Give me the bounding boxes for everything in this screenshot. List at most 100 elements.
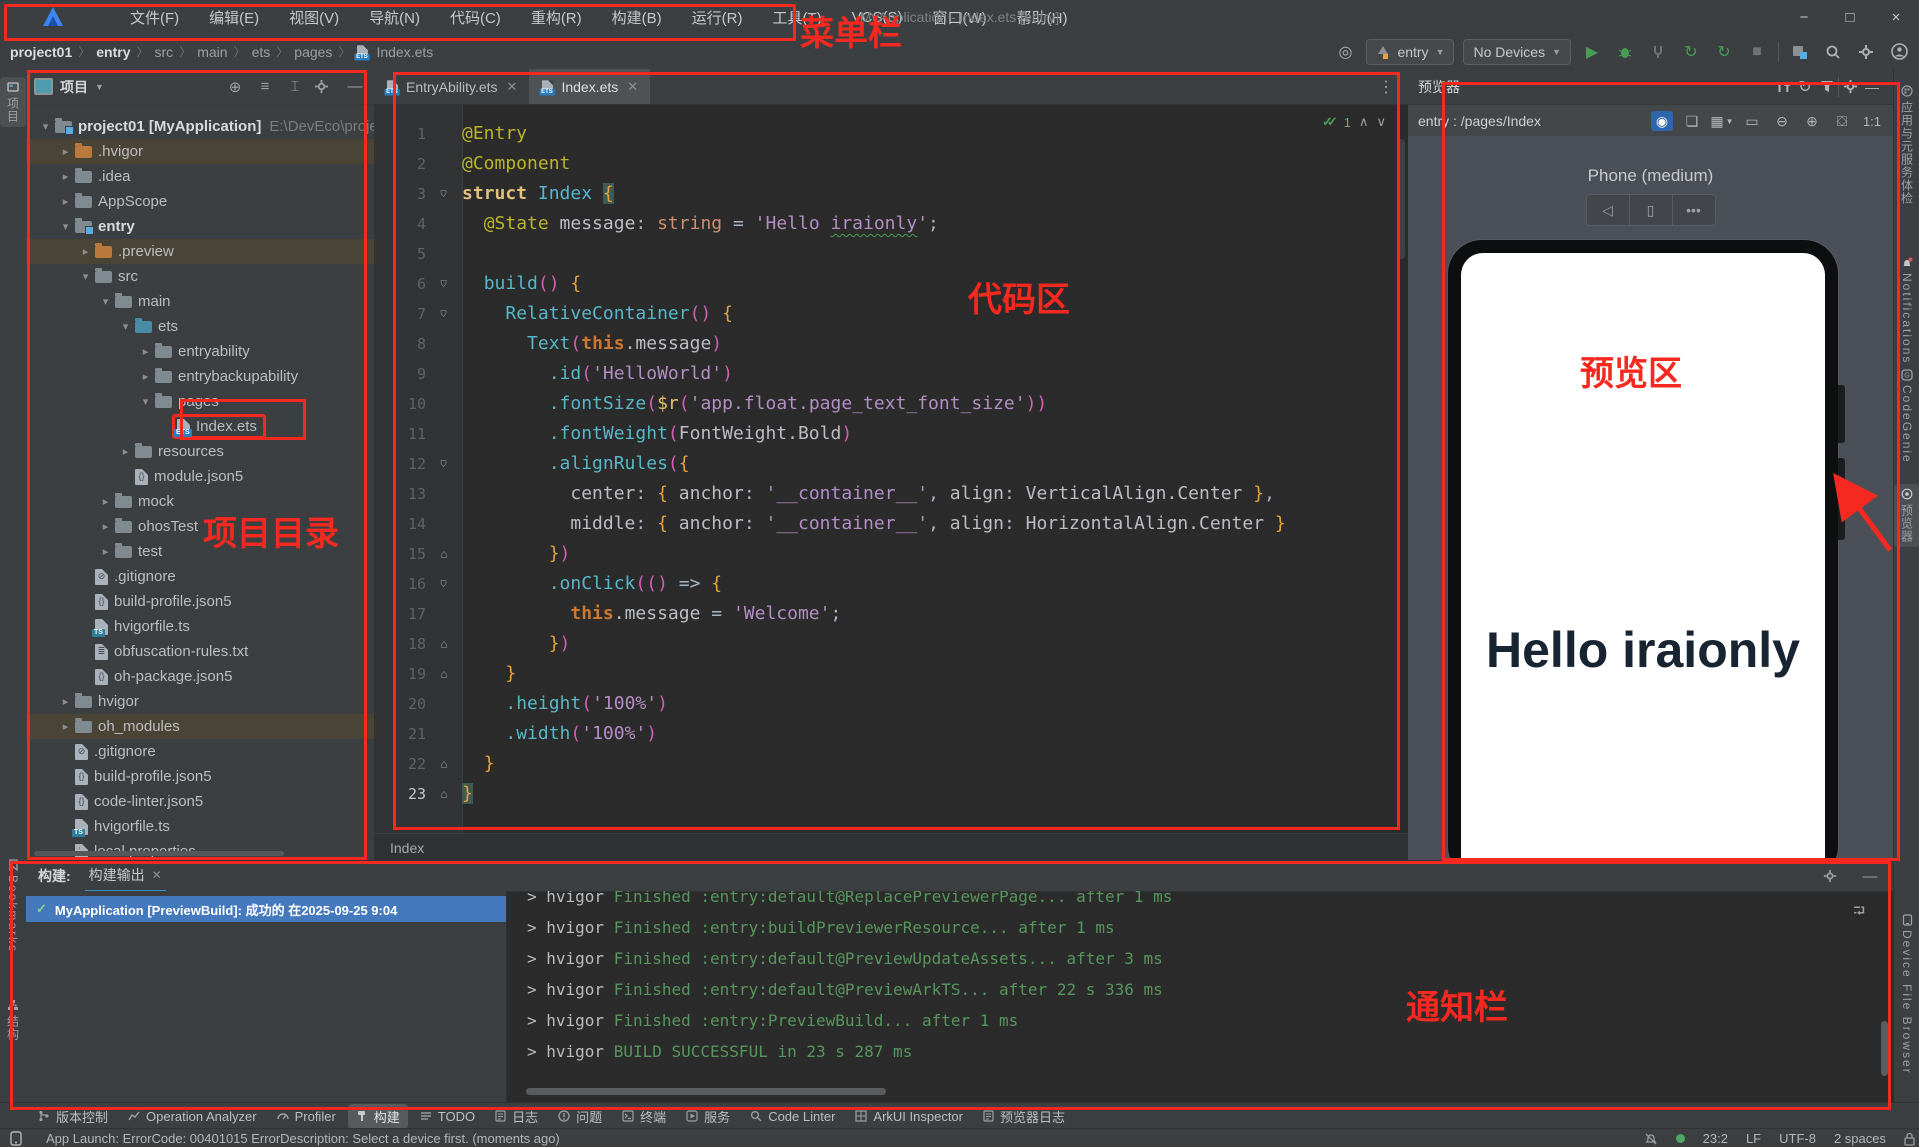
notifications-muted-icon[interactable] — [1644, 1132, 1658, 1146]
tree-row-module.json5[interactable]: {}module.json5 — [26, 464, 374, 489]
caret-position[interactable]: 23:2 — [1703, 1131, 1728, 1146]
tree-chevron-icon[interactable]: ▸ — [56, 145, 75, 158]
tree-chevron-icon[interactable]: ▾ — [76, 270, 95, 283]
previewer-gear-icon[interactable] — [1839, 77, 1861, 97]
tree-chevron-icon[interactable]: ▸ — [96, 520, 115, 533]
tree-row-resources[interactable]: ▸resources — [26, 439, 374, 464]
editor-vscrollbar[interactable] — [1397, 139, 1405, 259]
code-line-5[interactable]: 5 — [374, 239, 1408, 269]
toolwindow-ArkUI Inspector[interactable]: ArkUI Inspector — [847, 1106, 971, 1127]
code-line-16[interactable]: 16⌂ .onClick(() => { — [374, 569, 1408, 599]
menu-item-9[interactable]: VCS(S) — [840, 5, 915, 30]
code-line-22[interactable]: 22⌂ } — [374, 749, 1408, 779]
code-line-19[interactable]: 19⌂ } — [374, 659, 1408, 689]
fold-marker-icon[interactable]: ⌂ — [426, 629, 462, 659]
tab-close-icon[interactable]: ✕ — [507, 79, 518, 95]
frame-icon[interactable]: ▭ — [1741, 111, 1763, 131]
code-line-20[interactable]: 20 .height('100%') — [374, 689, 1408, 719]
locate-file-icon[interactable]: ⊕ — [224, 78, 246, 96]
stripe-tab-应用与元服务体检[interactable]: 应用与元服务体检 — [1894, 85, 1919, 205]
tree-row-mock[interactable]: ▸mock — [26, 489, 374, 514]
fold-marker-icon[interactable]: ⌂ — [426, 779, 462, 809]
editor-breadcrumb[interactable]: Index — [374, 833, 1424, 861]
code-line-9[interactable]: 9 .id('HelloWorld') — [374, 359, 1408, 389]
toolwindow-版本控制[interactable]: 版本控制 — [30, 1104, 116, 1129]
tree-row-build-profile.json5[interactable]: {}build-profile.json5 — [26, 764, 374, 789]
log-hscrollbar[interactable] — [526, 1088, 886, 1095]
toolwindow-Operation Analyzer[interactable]: Operation Analyzer — [120, 1106, 265, 1127]
tree-row-.preview[interactable]: ▸.preview — [26, 239, 374, 264]
log-vscrollbar[interactable] — [1881, 1021, 1888, 1076]
project-view-select[interactable]: 项目▼ — [34, 77, 104, 97]
tree-row-hvigorfile.ts[interactable]: TShvigorfile.ts — [26, 614, 374, 639]
panel-gear-icon[interactable] — [314, 79, 336, 94]
tree-row-.gitignore[interactable]: ⊘.gitignore — [26, 564, 374, 589]
menu-item-7[interactable]: 运行(R) — [680, 3, 755, 32]
code-line-1[interactable]: 1@Entry — [374, 119, 1408, 149]
menu-item-4[interactable]: 代码(C) — [438, 3, 513, 32]
settings-gear-icon[interactable] — [1854, 40, 1878, 64]
tree-row-AppScope[interactable]: ▸AppScope — [26, 189, 374, 214]
fit-screen-icon[interactable]: ⛋ — [1831, 111, 1853, 131]
build-hide-icon[interactable]: — — [1859, 868, 1881, 885]
tree-chevron-icon[interactable]: ▸ — [136, 370, 155, 383]
tree-chevron-icon[interactable]: ▾ — [56, 220, 75, 233]
locate-icon[interactable]: ◎ — [1333, 40, 1357, 64]
code-line-15[interactable]: 15⌂ }) — [374, 539, 1408, 569]
tree-row-ohosTest[interactable]: ▸ohosTest — [26, 514, 374, 539]
tree-row-ets[interactable]: ▾ets — [26, 314, 374, 339]
fold-marker-icon[interactable]: ⌂ — [426, 569, 462, 599]
menu-item-10[interactable]: 窗口(W) — [920, 3, 998, 32]
code-line-10[interactable]: 10 .fontSize($r('app.float.page_text_fon… — [374, 389, 1408, 419]
tree-chevron-icon[interactable]: ▾ — [36, 120, 55, 133]
soft-wrap-icon[interactable]: ⮒ — [1853, 901, 1865, 926]
layout-grid-icon[interactable]: ▦▼ — [1711, 111, 1733, 131]
maximize-icon[interactable]: □ — [1827, 0, 1873, 34]
code-line-3[interactable]: 3⌂struct Index { — [374, 179, 1408, 209]
editor-tab-EntryAbility.ets[interactable]: ETSEntryAbility.ets✕ — [374, 69, 529, 104]
stop-icon[interactable]: ■ — [1745, 40, 1769, 64]
minimize-icon[interactable]: − — [1781, 0, 1827, 34]
font-scale-icon[interactable]: Tт — [1772, 77, 1794, 97]
line-ending[interactable]: LF — [1746, 1131, 1761, 1146]
code-line-8[interactable]: 8 Text(this.message) — [374, 329, 1408, 359]
build-gear-icon[interactable] — [1823, 869, 1845, 883]
tree-row-entry[interactable]: ▾entry — [26, 214, 374, 239]
fold-marker-icon[interactable]: ⌂ — [426, 269, 462, 299]
tree-row-entryability[interactable]: ▸entryability — [26, 339, 374, 364]
tab-close-icon[interactable]: ✕ — [627, 79, 638, 95]
zoom-in-icon[interactable]: ⊕ — [1801, 111, 1823, 131]
stripe-tab-预览器[interactable]: 预览器 — [1894, 484, 1919, 547]
refresh-icon[interactable]: ↻ — [1794, 77, 1816, 97]
code-line-2[interactable]: 2@Component — [374, 149, 1408, 179]
code-line-6[interactable]: 6⌂ build() { — [374, 269, 1408, 299]
tree-chevron-icon[interactable]: ▾ — [96, 295, 115, 308]
toolwindow-服务[interactable]: 服务 — [678, 1104, 738, 1129]
fold-marker-icon[interactable]: ⌂ — [426, 659, 462, 689]
status-message[interactable]: App Launch: ErrorCode: 00401015 ErrorDes… — [46, 1131, 560, 1146]
tab-close-icon[interactable]: ✕ — [152, 868, 162, 882]
code-line-18[interactable]: 18⌂ }) — [374, 629, 1408, 659]
fold-marker-icon[interactable]: ⌂ — [426, 449, 462, 479]
run-icon[interactable]: ▶ — [1580, 40, 1604, 64]
search-icon[interactable] — [1821, 40, 1845, 64]
tree-row-.hvigor[interactable]: ▸.hvigor — [26, 139, 374, 164]
tree-chevron-icon[interactable]: ▸ — [136, 345, 155, 358]
hide-panel-icon[interactable]: — — [344, 78, 366, 95]
toolwindow-Profiler[interactable]: Profiler — [269, 1106, 344, 1127]
tree-row-src[interactable]: ▾src — [26, 264, 374, 289]
inspections-widget[interactable]: ✓✓ 1 ∧ ∨ — [1322, 114, 1386, 130]
code-line-23[interactable]: 23⌂} — [374, 779, 1408, 809]
menu-item-3[interactable]: 导航(N) — [357, 3, 432, 32]
toolwindow-终端[interactable]: 终端 — [614, 1104, 674, 1129]
tree-chevron-icon[interactable]: ▸ — [116, 445, 135, 458]
breadcrumb-item-main[interactable]: main — [197, 44, 227, 60]
status-health-dot[interactable] — [1676, 1134, 1685, 1143]
tree-chevron-icon[interactable]: ▸ — [96, 545, 115, 558]
tree-row-.gitignore[interactable]: ⊘.gitignore — [26, 739, 374, 764]
toolwindow-问题[interactable]: 问题 — [550, 1104, 610, 1129]
stripe-tab-Bookmarks[interactable]: Bookmarks — [0, 859, 26, 953]
prev-issue-icon[interactable]: ∧ — [1359, 114, 1369, 130]
module-select[interactable]: entry▼ — [1366, 39, 1454, 65]
tree-row-pages[interactable]: ▾pages — [26, 389, 374, 414]
